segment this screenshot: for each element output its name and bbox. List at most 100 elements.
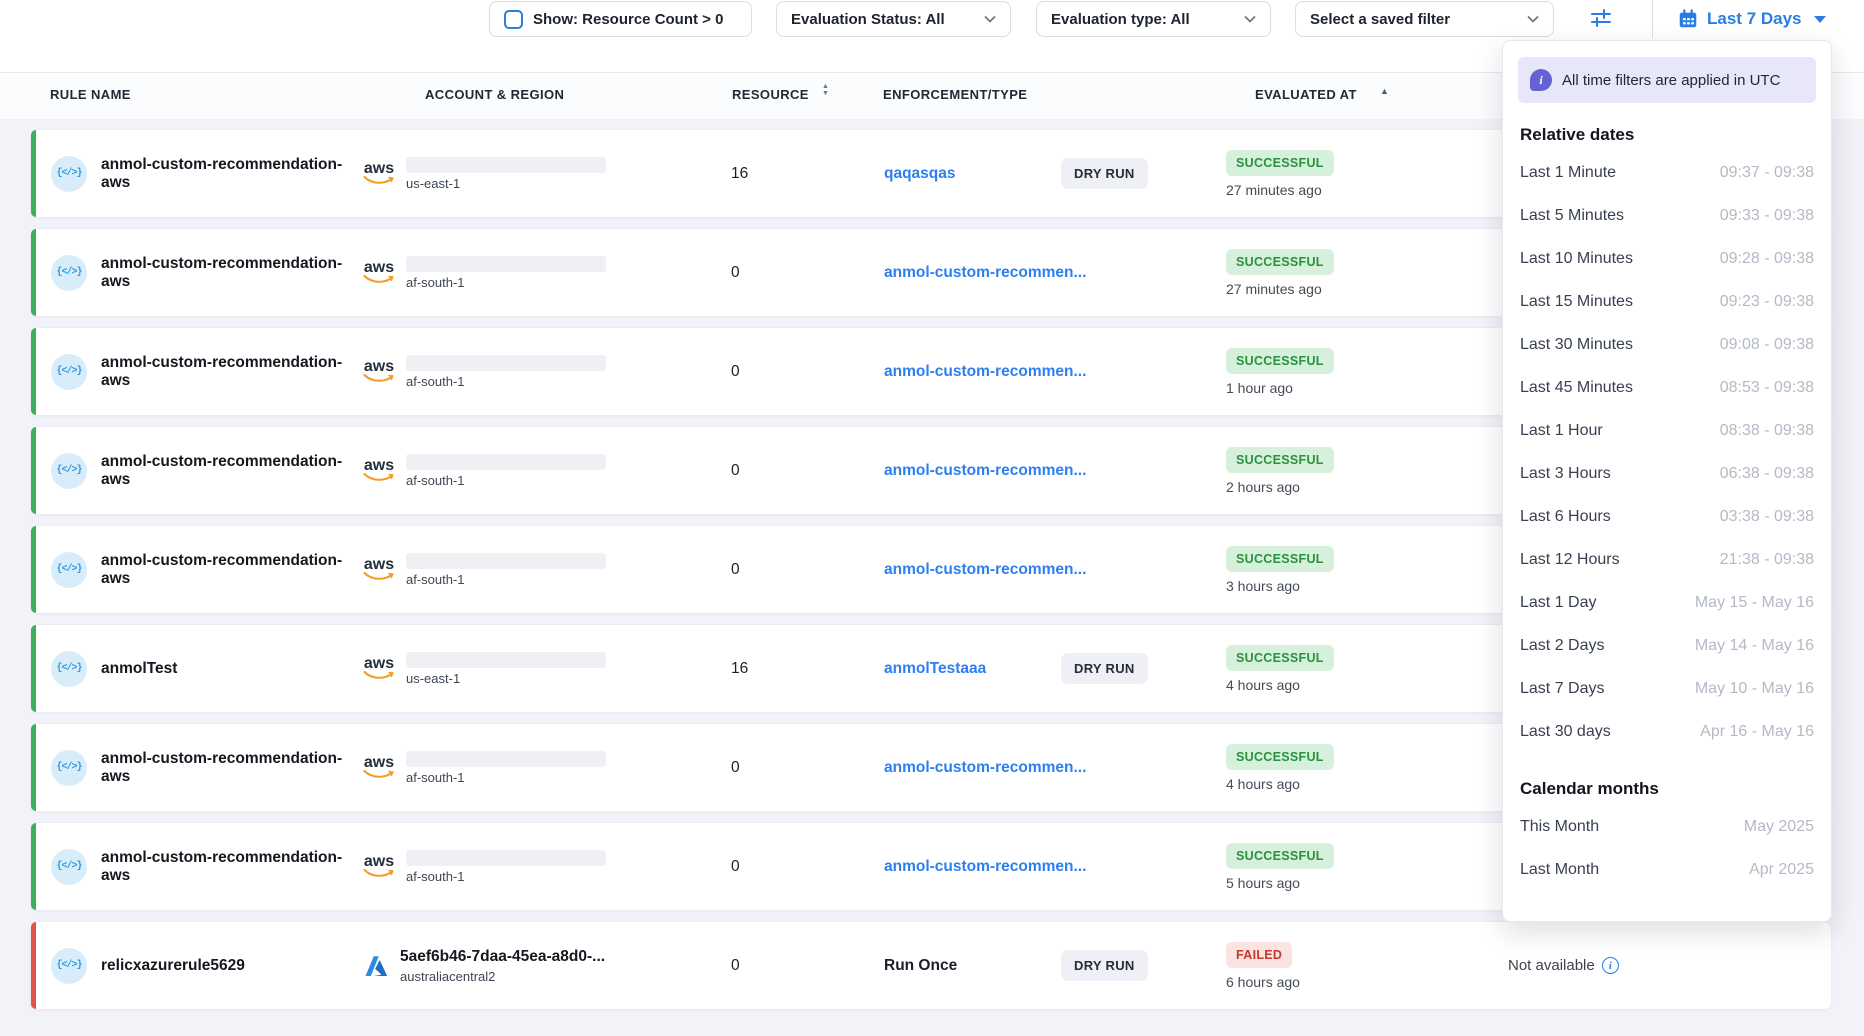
date-range-option[interactable]: Last 2 Days May 14 - May 16: [1503, 624, 1831, 667]
date-range-option-value: 08:38 - 09:38: [1720, 422, 1814, 440]
resource-count-checkbox[interactable]: [504, 10, 523, 29]
rule-code-icon: {</>}: [51, 156, 87, 192]
rule-name-cell: anmol-custom-recommendation-aws: [101, 255, 361, 291]
date-range-option-label: Last 10 Minutes: [1520, 250, 1633, 268]
resource-cell: 0: [731, 858, 884, 876]
resource-cell: 16: [731, 165, 884, 183]
enforcement-link[interactable]: anmol-custom-recommen...: [884, 462, 1086, 479]
evaluated-time: 27 minutes ago: [1226, 182, 1322, 198]
date-range-option[interactable]: Last 30 days Apr 16 - May 16: [1503, 710, 1831, 753]
aws-wordmark: aws: [364, 360, 394, 374]
aws-logo-icon: aws: [361, 657, 397, 680]
evaluated-time: 27 minutes ago: [1226, 281, 1322, 297]
evaluated-at-cell: SUCCESSFUL 27 minutes ago: [1226, 249, 1478, 297]
date-range-option[interactable]: Last 45 Minutes 08:53 - 09:38: [1503, 366, 1831, 409]
rule-code-icon: {</>}: [51, 255, 87, 291]
saved-filter-dropdown[interactable]: Select a saved filter: [1295, 1, 1554, 37]
rule-icon-cell: {</>}: [51, 453, 101, 489]
column-header-resource[interactable]: RESOURCE: [732, 87, 809, 102]
date-range-option-value: 09:23 - 09:38: [1720, 293, 1814, 311]
account-info: af-south-1: [406, 751, 606, 785]
info-circle-icon[interactable]: i: [1602, 957, 1619, 974]
aws-wordmark: aws: [364, 558, 394, 572]
date-range-option[interactable]: Last 12 Hours 21:38 - 09:38: [1503, 538, 1831, 581]
date-range-option-value: 06:38 - 09:38: [1720, 465, 1814, 483]
evaluated-time: 3 hours ago: [1226, 578, 1300, 594]
date-range-option[interactable]: Last 15 Minutes 09:23 - 09:38: [1503, 280, 1831, 323]
enforcement-link[interactable]: anmol-custom-recommen...: [884, 363, 1086, 380]
date-range-option-value: 09:33 - 09:38: [1720, 207, 1814, 225]
enforcement-link: Run Once: [884, 957, 957, 974]
rule-name: anmol-custom-recommendation-aws: [101, 849, 342, 884]
date-range-option[interactable]: Last 3 Hours 06:38 - 09:38: [1503, 452, 1831, 495]
sort-icon[interactable]: ▲▼: [822, 83, 829, 97]
column-header-evaluated-at[interactable]: EVALUATED AT: [1255, 87, 1357, 102]
resource-count-filter-label: Show: Resource Count > 0: [533, 11, 723, 28]
rule-code-icon: {</>}: [51, 453, 87, 489]
region-label: af-south-1: [406, 374, 606, 389]
date-range-option[interactable]: This Month May 2025: [1503, 805, 1831, 848]
resource-cell: 0: [731, 264, 884, 282]
enforcement-link[interactable]: qaqasqas: [884, 165, 956, 182]
status-badge: SUCCESSFUL: [1226, 348, 1334, 374]
evaluated-at-cell: SUCCESSFUL 3 hours ago: [1226, 546, 1478, 594]
saved-filter-placeholder: Select a saved filter: [1310, 11, 1450, 28]
date-range-option-value: 09:08 - 09:38: [1720, 336, 1814, 354]
advanced-filters-button[interactable]: [1586, 6, 1616, 32]
enforcement-link[interactable]: anmol-custom-recommen...: [884, 264, 1086, 281]
evaluated-at-cell: SUCCESSFUL 2 hours ago: [1226, 447, 1478, 495]
date-range-option-label: Last 1 Hour: [1520, 422, 1603, 440]
chevron-down-icon: [1527, 15, 1539, 23]
date-range-option-value: 21:38 - 09:38: [1720, 551, 1814, 569]
status-badge: SUCCESSFUL: [1226, 150, 1334, 176]
azure-logo-icon: [361, 951, 391, 981]
region-label: af-south-1: [406, 770, 606, 785]
rule-name-cell: anmol-custom-recommendation-aws: [101, 156, 361, 192]
evaluated-time: 6 hours ago: [1226, 974, 1300, 990]
show-resource-count-filter[interactable]: Show: Resource Count > 0: [489, 1, 752, 37]
resource-count: 0: [731, 858, 740, 875]
date-range-option-label: Last 3 Hours: [1520, 465, 1611, 483]
date-range-option-label: Last 30 Minutes: [1520, 336, 1633, 354]
enforcement-link[interactable]: anmol-custom-recommen...: [884, 759, 1086, 776]
sliders-icon: [1589, 6, 1613, 30]
date-range-option[interactable]: Last 1 Day May 15 - May 16: [1503, 581, 1831, 624]
aws-logo-icon: aws: [361, 261, 397, 284]
date-range-option[interactable]: Last 5 Minutes 09:33 - 09:38: [1503, 194, 1831, 237]
enforcement-link[interactable]: anmol-custom-recommen...: [884, 561, 1086, 578]
sort-ascending-icon[interactable]: ▲: [1380, 86, 1389, 96]
rule-name: anmol-custom-recommendation-aws: [101, 750, 342, 785]
date-range-option[interactable]: Last 7 Days May 10 - May 16: [1503, 667, 1831, 710]
date-range-option[interactable]: Last 10 Minutes 09:28 - 09:38: [1503, 237, 1831, 280]
evaluation-status-dropdown[interactable]: Evaluation Status: All: [776, 1, 1011, 37]
date-range-option[interactable]: Last 30 Minutes 09:08 - 09:38: [1503, 323, 1831, 366]
column-header-enforcement-type: ENFORCEMENT/TYPE: [883, 87, 1027, 102]
aws-logo-icon: aws: [361, 855, 397, 878]
date-range-option[interactable]: Last Month Apr 2025: [1503, 848, 1831, 891]
run-type-badge: DRY RUN: [1061, 653, 1148, 684]
date-range-option-value: 09:28 - 09:38: [1720, 250, 1814, 268]
date-range-option[interactable]: Last 6 Hours 03:38 - 09:38: [1503, 495, 1831, 538]
region-label: us-east-1: [406, 176, 606, 191]
enforcement-cell: anmol-custom-recommen...: [884, 462, 1061, 480]
date-range-button[interactable]: Last 7 Days: [1677, 4, 1826, 34]
enforcement-link[interactable]: anmolTestaaa: [884, 660, 986, 677]
account-redacted-bar: [406, 553, 606, 569]
region-label: us-east-1: [406, 671, 606, 686]
evaluated-time: 4 hours ago: [1226, 677, 1300, 693]
date-panel-section-title: Relative dates: [1503, 125, 1831, 145]
enforcement-link[interactable]: anmol-custom-recommen...: [884, 858, 1086, 875]
table-row[interactable]: {</>} relicxazurerule5629 5aef6b46-7daa-…: [30, 921, 1832, 1010]
account-info: us-east-1: [406, 652, 606, 686]
date-range-option[interactable]: Last 1 Hour 08:38 - 09:38: [1503, 409, 1831, 452]
evaluation-type-dropdown[interactable]: Evaluation type: All: [1036, 1, 1271, 37]
rule-name: anmol-custom-recommendation-aws: [101, 354, 342, 389]
account-redacted-bar: [406, 850, 606, 866]
account-region-cell: aws us-east-1: [361, 157, 731, 191]
date-range-option-value: May 14 - May 16: [1695, 637, 1814, 655]
evaluated-time: 4 hours ago: [1226, 776, 1300, 792]
evaluation-type-label: Evaluation type: All: [1051, 11, 1190, 28]
date-range-option-label: Last 7 Days: [1520, 680, 1604, 698]
date-range-option[interactable]: Last 1 Minute 09:37 - 09:38: [1503, 151, 1831, 194]
region-label: af-south-1: [406, 869, 606, 884]
